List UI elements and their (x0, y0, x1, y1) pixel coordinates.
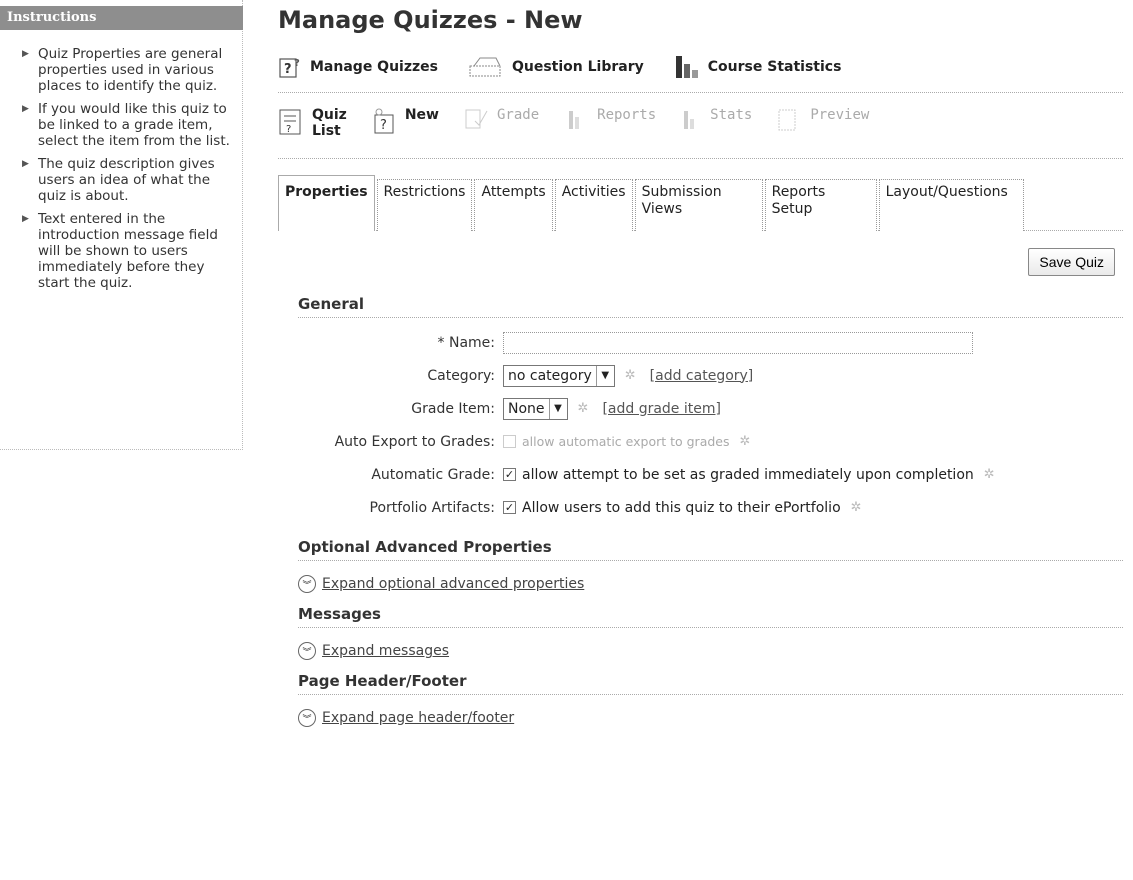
quiz-toolbar: ? Quiz List ? New Grade Reports Stats Pr… (278, 93, 1123, 158)
grade-icon (463, 107, 489, 133)
stats-button: Stats (680, 107, 752, 133)
auto-export-text: allow automatic export to grades (522, 434, 730, 449)
portfolio-row: Portfolio Artifacts: ✓ Allow users to ad… (298, 491, 1123, 524)
page-title: Manage Quizzes - New (278, 6, 583, 34)
portfolio-checkbox[interactable]: ✓ (503, 501, 516, 514)
action-bar: Save Quiz (278, 231, 1123, 285)
bullet-icon: ▶ (22, 159, 29, 169)
add-grade-item-link[interactable]: [add grade item] (602, 401, 721, 417)
bar-chart-icon (672, 54, 702, 80)
instruction-item: ▶ Quiz Properties are general properties … (22, 46, 223, 94)
chevron-down-icon: ▼ (548, 398, 567, 419)
preview-icon (776, 107, 802, 133)
reports-icon (563, 107, 589, 133)
help-icon[interactable]: ✲ (578, 401, 589, 416)
svg-text:?: ? (294, 58, 300, 69)
svg-text:?: ? (380, 118, 387, 133)
general-form: * Name: Category: no category ▼ ✲ [add ca… (298, 326, 1123, 524)
tab-layout-questions[interactable]: Layout/Questions (878, 179, 1024, 231)
bullet-icon: ▶ (22, 104, 29, 114)
grade-item-label: Grade Item: (411, 400, 495, 417)
expand-icon: ︾ (298, 709, 316, 727)
grade-item-row: Grade Item: None ▼ ✲ [add grade item] (298, 392, 1123, 425)
expand-header-footer-link[interactable]: ︾ Expand page header/footer (298, 709, 1123, 727)
nav-question-library[interactable]: Question Library (466, 54, 644, 80)
list-icon: ? (278, 107, 304, 137)
quiz-icon: ?? (278, 54, 304, 80)
instructions-list: ▶ Quiz Properties are general properties … (0, 30, 242, 291)
main-content: Manage Quizzes - New ?? Manage Quizzes Q… (278, 0, 1123, 727)
portfolio-text: Allow users to add this quiz to their eP… (522, 499, 841, 516)
grade-item-select[interactable]: None ▼ (503, 397, 568, 420)
stats-icon (680, 107, 702, 133)
instruction-item: ▶ The quiz description gives users an ide… (22, 156, 215, 204)
messages-heading: Messages (298, 605, 1123, 628)
auto-export-row: Auto Export to Grades: allow automatic e… (298, 425, 1123, 458)
property-tabs: Properties Restrictions Attempts Activit… (278, 175, 1123, 231)
tab-reports-setup[interactable]: Reports Setup (764, 179, 877, 231)
instruction-item: ▶ Text entered in the introduction messag… (22, 211, 218, 291)
help-icon[interactable]: ✲ (625, 368, 636, 383)
category-label: Category: (427, 367, 495, 384)
required-marker: * (437, 334, 445, 351)
auto-grade-checkbox[interactable]: ✓ (503, 468, 516, 481)
save-quiz-button[interactable]: Save Quiz (1028, 248, 1115, 276)
expand-messages-link[interactable]: ︾ Expand messages (298, 642, 1123, 660)
new-quiz-button[interactable]: ? New (371, 107, 439, 137)
auto-export-label: Auto Export to Grades: (334, 433, 495, 450)
instructions-title: Instructions (0, 6, 243, 30)
add-category-link[interactable]: [add category] (650, 368, 754, 384)
chevron-down-icon: ▼ (595, 365, 614, 386)
expand-advanced-link[interactable]: ︾ Expand optional advanced properties (298, 575, 1123, 593)
name-label: Name: (448, 334, 495, 351)
svg-text:?: ? (286, 124, 291, 135)
auto-grade-label: Automatic Grade: (371, 466, 495, 483)
auto-grade-row: Automatic Grade: ✓ allow attempt to be s… (298, 458, 1123, 491)
help-icon[interactable]: ✲ (740, 434, 751, 449)
new-quiz-icon: ? (371, 107, 397, 137)
preview-button: Preview (776, 107, 869, 133)
auto-grade-text: allow attempt to be set as graded immedi… (522, 466, 974, 483)
bullet-icon: ▶ (22, 49, 29, 59)
tab-restrictions[interactable]: Restrictions (376, 179, 473, 231)
help-icon[interactable]: ✲ (851, 500, 862, 515)
instruction-item: ▶ If you would like this quiz to be linke… (22, 101, 230, 149)
category-row: Category: no category ▼ ✲ [add category] (298, 359, 1123, 392)
portfolio-label: Portfolio Artifacts: (369, 499, 495, 516)
general-heading: General (298, 295, 1123, 318)
tab-submission-views[interactable]: Submission Views (634, 179, 763, 231)
reports-button: Reports (563, 107, 656, 133)
tab-attempts[interactable]: Attempts (474, 179, 553, 231)
library-icon (466, 54, 506, 80)
expand-icon: ︾ (298, 642, 316, 660)
bullet-icon: ▶ (22, 214, 29, 224)
name-field[interactable] (503, 331, 973, 354)
primary-nav: ?? Manage Quizzes Question Library Cours… (278, 42, 1123, 92)
header-footer-heading: Page Header/Footer (298, 672, 1123, 695)
tab-activities[interactable]: Activities (554, 179, 633, 231)
expand-icon: ︾ (298, 575, 316, 593)
instructions-panel: Instructions ▶ Quiz Properties are genera… (0, 0, 243, 450)
quiz-list-button[interactable]: ? Quiz List (278, 107, 347, 139)
grade-button: Grade (463, 107, 539, 133)
svg-text:?: ? (284, 62, 292, 77)
category-select[interactable]: no category ▼ (503, 364, 615, 387)
nav-course-statistics[interactable]: Course Statistics (672, 54, 841, 80)
name-row: * Name: (298, 326, 1123, 359)
help-icon[interactable]: ✲ (984, 467, 995, 482)
tab-properties[interactable]: Properties (278, 175, 375, 231)
divider (278, 158, 1123, 159)
auto-export-checkbox (503, 435, 516, 448)
nav-manage-quizzes[interactable]: ?? Manage Quizzes (278, 54, 438, 80)
advanced-heading: Optional Advanced Properties (298, 538, 1123, 561)
